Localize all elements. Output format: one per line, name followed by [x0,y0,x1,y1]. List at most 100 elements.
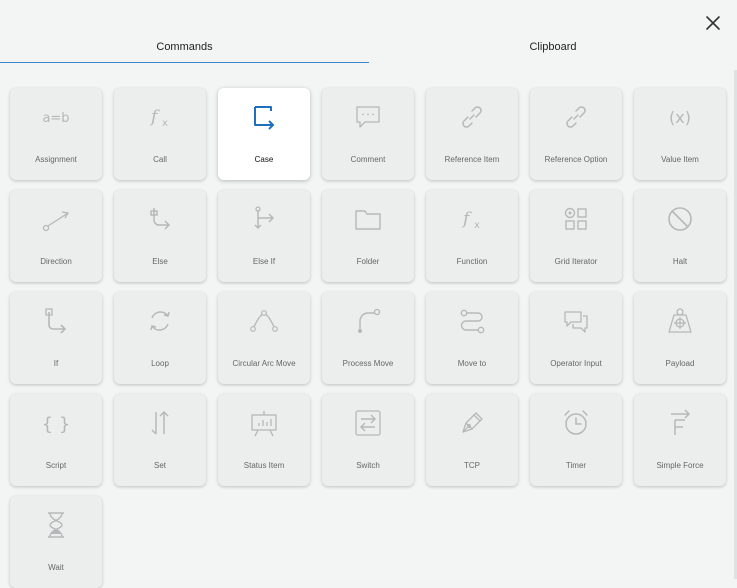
command-label: Simple Force [656,461,704,470]
command-tile-move-to[interactable]: Move to [426,292,518,384]
command-tile-direction[interactable]: Direction [10,190,102,282]
command-label: Function [456,257,488,266]
command-tile-circular-arc-move[interactable]: Circular Arc Move [218,292,310,384]
command-label: Timer [565,461,587,470]
svg-text:(x): (x) [669,108,691,127]
command-tile-payload[interactable]: Payload [634,292,726,384]
command-label: Switch [356,461,380,470]
command-label: Process Move [342,359,394,368]
svg-text:f: f [149,107,160,127]
command-tile-reference-item[interactable]: Reference Item [426,88,518,180]
close-icon [706,16,720,30]
command-tile-value-item[interactable]: (x) Value Item [634,88,726,180]
command-tile-function[interactable]: f x Function [426,190,518,282]
set-icon [145,408,175,438]
svg-text:a=b: a=b [42,111,69,126]
command-label: Payload [665,359,695,368]
command-label: Halt [672,257,688,266]
payload-icon [665,306,695,336]
command-label: Reference Option [544,155,608,164]
command-label: Folder [356,257,380,266]
assignment-icon: a=b [41,102,71,132]
grid-icon [561,204,591,234]
timer-icon [561,408,591,438]
function-icon: fx [457,204,487,234]
svg-text:f: f [461,209,472,229]
command-label: TCP [464,461,480,470]
variable-icon: (x) [665,102,695,132]
direction-icon [41,204,71,234]
command-tile-timer[interactable]: Timer [530,394,622,486]
tab-clipboard[interactable]: Clipboard [369,34,737,62]
halt-icon [665,204,695,234]
tab-commands[interactable]: Commands [0,34,369,62]
switch-icon [353,408,383,438]
command-tile-operator-input[interactable]: Operator Input [530,292,622,384]
operator-input-icon [561,306,591,336]
arc-icon [249,306,279,336]
folder-icon [353,204,383,234]
process-move-icon [353,306,383,336]
else-icon [145,204,175,234]
command-label: If [53,359,59,368]
status-icon [249,408,279,438]
svg-text:x: x [162,118,168,129]
link-icon [457,102,487,132]
if-icon [41,306,71,336]
tab-bar: Commands Clipboard [0,34,737,64]
command-tile-halt[interactable]: Halt [634,190,726,282]
command-label: Status Item [243,461,285,470]
command-tile-status-item[interactable]: Status Item [218,394,310,486]
tcp-icon [457,408,487,438]
command-label: Else If [252,257,276,266]
command-label: Loop [151,359,169,368]
command-tile-script[interactable]: { } Script [10,394,102,486]
command-label: Reference Item [444,155,500,164]
command-tile-simple-force[interactable]: Simple Force [634,394,726,486]
command-label: Comment [350,155,386,164]
svg-text:{ }: { } [42,414,71,435]
else-if-icon [249,204,279,234]
function-icon: fx [145,102,175,132]
command-label: Set [153,461,166,470]
command-tile-tcp[interactable]: TCP [426,394,518,486]
command-tile-assignment[interactable]: a=b Assignment [10,88,102,180]
command-label: Circular Arc Move [232,359,296,368]
command-tile-switch[interactable]: Switch [322,394,414,486]
command-tile-reference-option[interactable]: Reference Option [530,88,622,180]
command-label: Assignment [35,155,77,164]
command-tile-set[interactable]: Set [114,394,206,486]
command-label: Else [152,257,168,266]
command-label: Case [254,155,274,164]
command-tile-process-move[interactable]: Process Move [322,292,414,384]
command-tile-else[interactable]: Else [114,190,206,282]
command-label: Script [45,461,67,470]
command-label: Direction [40,257,72,266]
command-tile-else-if[interactable]: Else If [218,190,310,282]
command-label: Grid Iterator [554,257,598,266]
command-label: Wait [48,563,64,572]
loop-icon [145,306,175,336]
script-icon: { } [41,408,71,438]
svg-text:x: x [474,220,480,231]
command-tile-loop[interactable]: Loop [114,292,206,384]
command-label: Operator Input [550,359,602,368]
move-to-icon [457,306,487,336]
command-tile-if[interactable]: If [10,292,102,384]
command-tile-case[interactable]: Case [218,88,310,180]
case-icon [249,102,279,132]
command-tile-grid-iterator[interactable]: Grid Iterator [530,190,622,282]
link-icon [561,102,591,132]
command-tile-call[interactable]: f x Call [114,88,206,180]
command-grid: a=b Assignment f x Call Case Comment Reference … [10,88,730,588]
command-tile-wait[interactable]: Wait [10,496,102,588]
command-tile-comment[interactable]: Comment [322,88,414,180]
command-label: Move to [457,359,487,368]
hourglass-icon [41,510,71,540]
command-tile-folder[interactable]: Folder [322,190,414,282]
force-icon [665,408,695,438]
active-tab-indicator [0,62,369,63]
close-button[interactable] [703,13,723,33]
command-label: Value Item [661,155,699,164]
command-label: Call [153,155,167,164]
